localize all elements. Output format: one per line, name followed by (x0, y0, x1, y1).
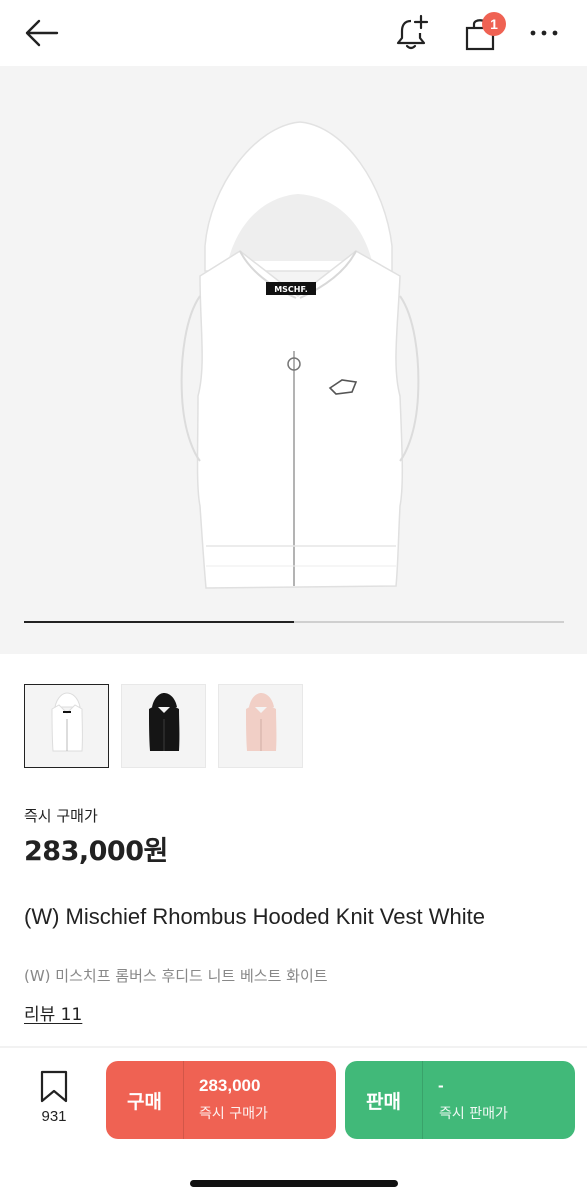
buy-price: 283,000 (199, 1076, 261, 1095)
thumbnail-white[interactable] (24, 684, 109, 768)
sell-button[interactable]: 판매 - 즉시 판매가 (345, 1061, 575, 1139)
pink-vest-thumbnail-icon (246, 693, 277, 751)
cart-count-badge: 1 (482, 12, 506, 36)
wishlist-count: 931 (41, 1108, 67, 1125)
more-icon (530, 30, 558, 36)
review-link[interactable]: 리뷰 11 (24, 1000, 82, 1025)
more-options-button[interactable] (524, 18, 564, 48)
product-title: (W) Mischief Rhombus Hooded Knit Vest Wh… (24, 904, 485, 929)
carousel-progress (24, 621, 564, 623)
buy-sublabel: 즉시 구매가 (199, 1106, 268, 1122)
price-value: 283,000원 (24, 836, 168, 867)
thumbnail-black[interactable] (121, 684, 206, 768)
hooded-vest-image: MSCHF. (180, 121, 420, 589)
divider (0, 1046, 587, 1048)
thumbnail-list (24, 684, 303, 768)
buy-label: 구매 (127, 1090, 162, 1113)
thumbnail-pink[interactable] (218, 684, 303, 768)
price-label: 즉시 구매가 (24, 807, 98, 825)
notification-button[interactable] (392, 12, 432, 54)
sell-divider (422, 1061, 423, 1139)
product-image-carousel[interactable]: MSCHF. (0, 66, 587, 654)
sell-sublabel: 즉시 판매가 (439, 1106, 508, 1122)
back-button[interactable] (20, 14, 62, 52)
buy-divider (183, 1061, 184, 1139)
bell-plus-icon (396, 14, 429, 50)
logo-label: MSCHF. (274, 285, 308, 294)
top-bar: 1 (0, 0, 587, 66)
sell-label: 판매 (366, 1090, 401, 1113)
carousel-progress-fill (24, 621, 294, 623)
wishlist-button[interactable]: 931 (28, 1068, 84, 1134)
back-arrow-icon (25, 19, 59, 47)
sell-price: - (438, 1076, 444, 1095)
bookmark-icon (40, 1070, 68, 1103)
product-subtitle: (W) 미스치프 롬버스 후디드 니트 베스트 화이트 (24, 967, 328, 985)
black-vest-thumbnail-icon (149, 693, 180, 751)
white-vest-thumbnail-icon (51, 692, 83, 752)
home-indicator (190, 1180, 398, 1187)
buy-button[interactable]: 구매 283,000 즉시 구매가 (106, 1061, 336, 1139)
